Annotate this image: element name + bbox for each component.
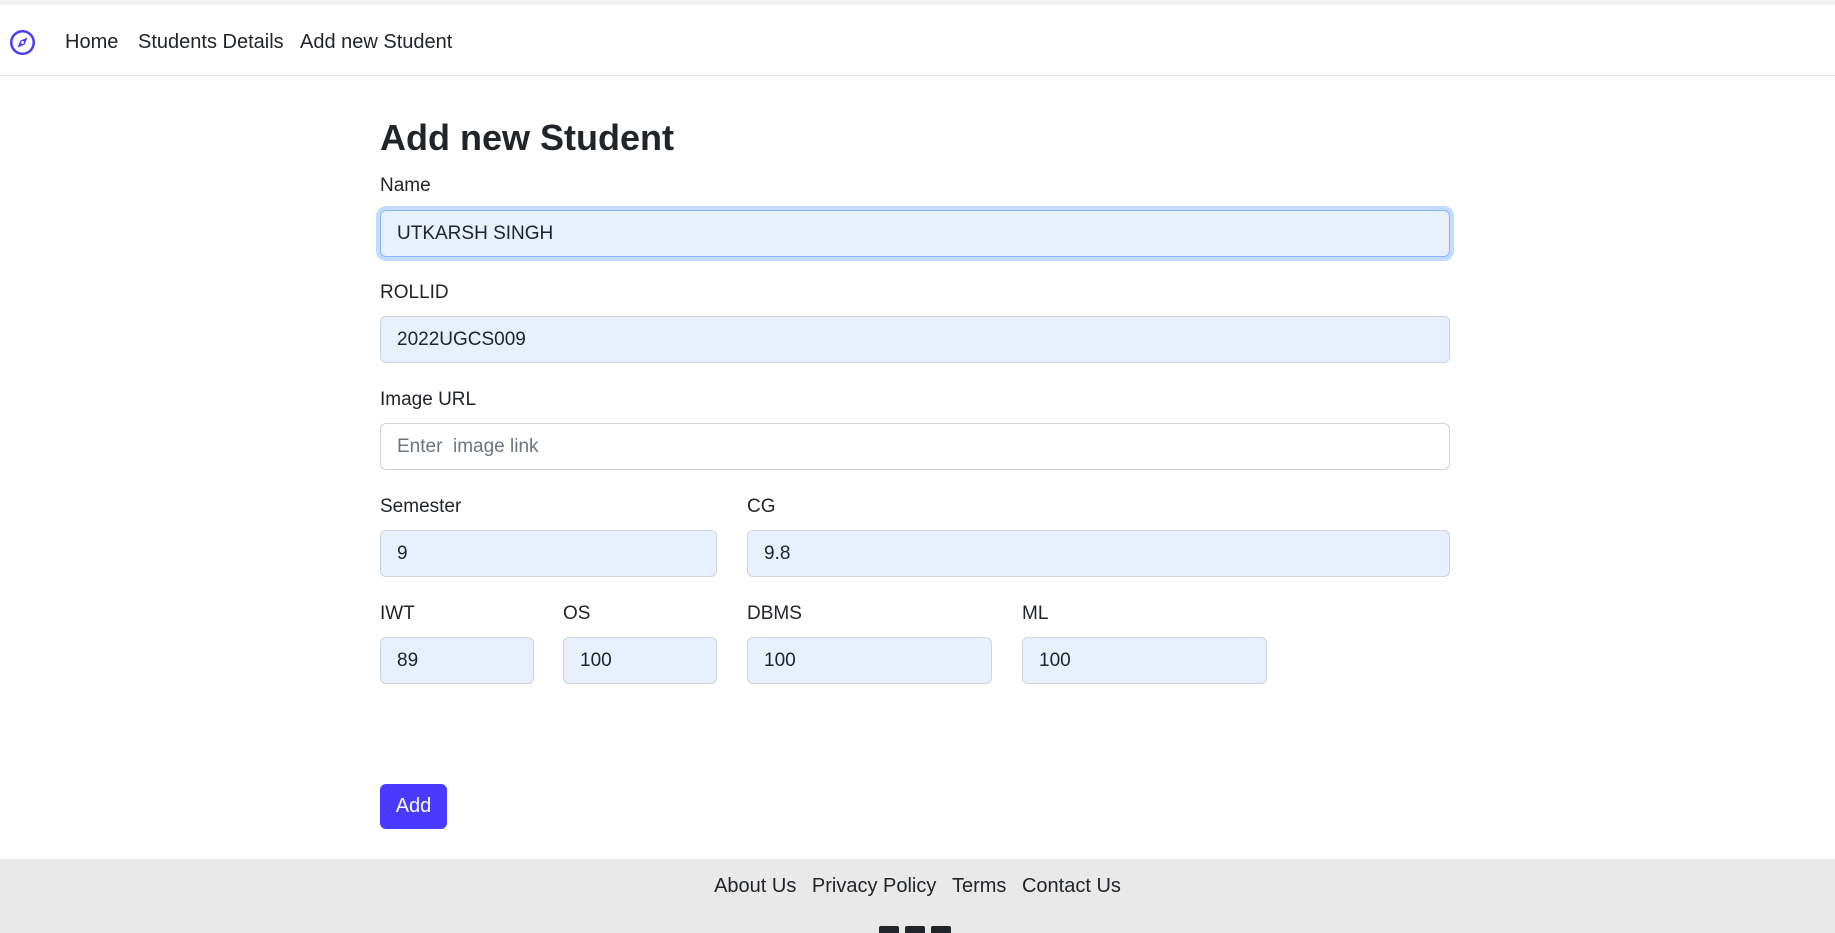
iwt-label: IWT — [380, 603, 415, 624]
image-url-input[interactable] — [380, 423, 1450, 470]
semester-label: Semester — [380, 496, 462, 517]
footer-contact-link[interactable]: Contact Us — [1022, 875, 1121, 897]
os-label: OS — [563, 603, 591, 624]
os-input[interactable] — [563, 637, 717, 684]
rollid-input[interactable] — [380, 316, 1450, 363]
nav-home-link[interactable]: Home — [65, 31, 118, 54]
compass-icon[interactable] — [9, 29, 36, 56]
footer-links: About Us Privacy Policy Terms Contact Us — [0, 875, 1835, 898]
nav-add-student-link[interactable]: Add new Student — [300, 31, 452, 54]
instagram-icon[interactable] — [905, 926, 925, 933]
ml-label: ML — [1022, 603, 1049, 624]
nav-students-details-link[interactable]: Students Details — [138, 31, 284, 54]
ml-input[interactable] — [1022, 637, 1267, 684]
name-label: Name — [380, 175, 431, 196]
cg-input[interactable] — [747, 530, 1450, 577]
semester-input[interactable] — [380, 530, 717, 577]
cg-label: CG — [747, 496, 776, 517]
facebook-icon[interactable] — [879, 926, 899, 933]
twitter-icon[interactable] — [931, 926, 951, 933]
footer-about-link[interactable]: About Us — [714, 875, 796, 897]
rollid-label: ROLLID — [380, 282, 449, 303]
footer: About Us Privacy Policy Terms Contact Us — [0, 859, 1835, 933]
iwt-input[interactable] — [380, 637, 534, 684]
navbar: Home Students Details Add new Student — [0, 5, 1835, 76]
dbms-label: DBMS — [747, 603, 802, 624]
page-title: Add new Student — [380, 117, 674, 158]
add-button[interactable]: Add — [380, 784, 447, 829]
name-input[interactable] — [380, 210, 1450, 257]
image-url-label: Image URL — [380, 389, 477, 410]
dbms-input[interactable] — [747, 637, 992, 684]
footer-privacy-link[interactable]: Privacy Policy — [812, 875, 936, 897]
footer-terms-link[interactable]: Terms — [952, 875, 1006, 897]
